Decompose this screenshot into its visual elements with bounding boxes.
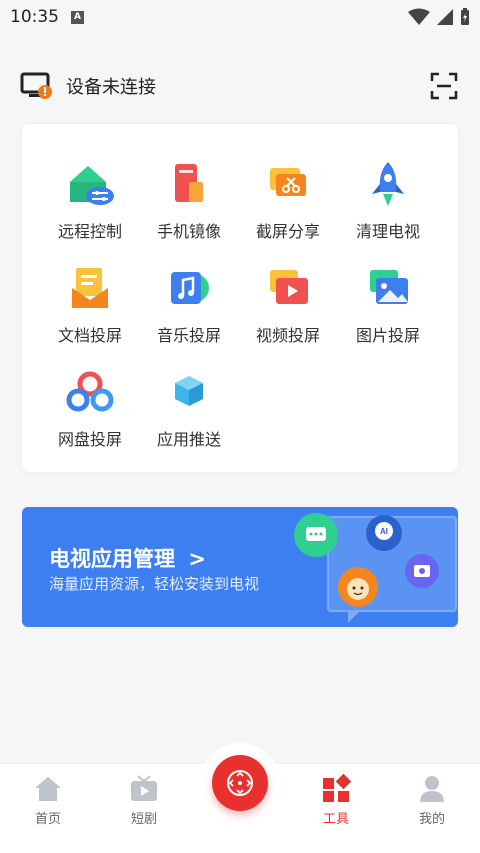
tool-image-cast[interactable]: 图片投屏 [338,252,438,352]
tool-remote-control[interactable]: 远程控制 [40,148,140,248]
screenshot-share-icon [270,168,306,196]
center-remote-button-wrap [200,743,280,823]
tool-cloud-drive-cast[interactable]: 网盘投屏 [40,356,140,456]
image-cast-icon [370,270,408,304]
status-bar: 10:35 A [0,0,480,34]
tool-music-cast[interactable]: 音乐投屏 [139,252,239,352]
tool-app-push[interactable]: 应用推送 [139,356,239,456]
tool-label: 图片投屏 [355,326,420,345]
tab-mine[interactable]: 我的 [397,774,467,827]
chevron-right-icon: > [188,547,206,571]
phone-mirror-icon [175,164,203,202]
tv-icon [131,775,157,801]
tool-label: 应用推送 [156,430,221,449]
tool-label: 手机镜像 [156,222,221,241]
tab-label: 首页 [34,812,61,827]
tool-label: 截屏分享 [255,222,320,241]
user-icon [420,776,444,802]
remote-button[interactable] [212,755,268,811]
device-connection-row[interactable]: 设备未连接 [20,68,460,104]
tv-app-management-banner[interactable]: 电视应用管理 > 海量应用资源，轻松安装到电视 AI [22,507,458,627]
home-icon [35,777,61,801]
scan-icon[interactable] [430,72,458,100]
remote-control-icon [70,166,114,205]
tool-document-cast[interactable]: 文档投屏 [40,252,140,352]
banner-title-text: 电视应用管理 [49,547,175,571]
status-icons [408,8,470,26]
tool-label: 远程控制 [57,222,122,241]
signal-icon [437,9,453,25]
tool-label: 文档投屏 [57,326,122,345]
tab-label: 短剧 [130,812,157,827]
tab-tools[interactable]: 工具 [301,774,371,827]
monitor-warning-icon [20,72,52,99]
tools-card: 远程控制 手机镜像 截屏分享 清理电视 文档投屏 音乐投屏 视频投屏 图片投屏 … [22,124,458,472]
video-cast-icon [270,270,308,304]
status-time: 10:35 [10,7,59,27]
device-status-label: 设备未连接 [66,77,156,98]
tool-label: 清理电视 [355,222,420,241]
rocket-icon [372,162,404,206]
tv-apps-illustration: AI [294,513,457,623]
svg-text:AI: AI [380,527,388,536]
remote-icon [227,770,253,796]
tab-home[interactable]: 首页 [13,774,83,827]
a-icon: A [71,10,84,24]
document-cast-icon [72,268,108,308]
wifi-icon [408,8,430,25]
cloud-drive-icon [66,371,114,412]
banner-title: 电视应用管理 > [49,543,206,573]
tool-label: 网盘投屏 [57,430,122,449]
tool-phone-mirror[interactable]: 手机镜像 [139,148,239,248]
tab-label: 工具 [322,812,349,827]
battery-icon [461,8,469,25]
tool-label: 视频投屏 [255,326,320,345]
banner-subtitle: 海量应用资源，轻松安装到电视 [49,575,260,593]
tool-label: 音乐投屏 [156,326,221,345]
tab-short-drama[interactable]: 短剧 [109,774,179,827]
music-cast-icon [171,272,209,304]
tool-screenshot-share[interactable]: 截屏分享 [238,148,338,248]
tab-label: 我的 [418,812,445,827]
app-push-icon [175,376,203,406]
tool-clean-tv[interactable]: 清理电视 [338,148,438,248]
tool-video-cast[interactable]: 视频投屏 [238,252,338,352]
tools-grid-icon [323,774,351,802]
